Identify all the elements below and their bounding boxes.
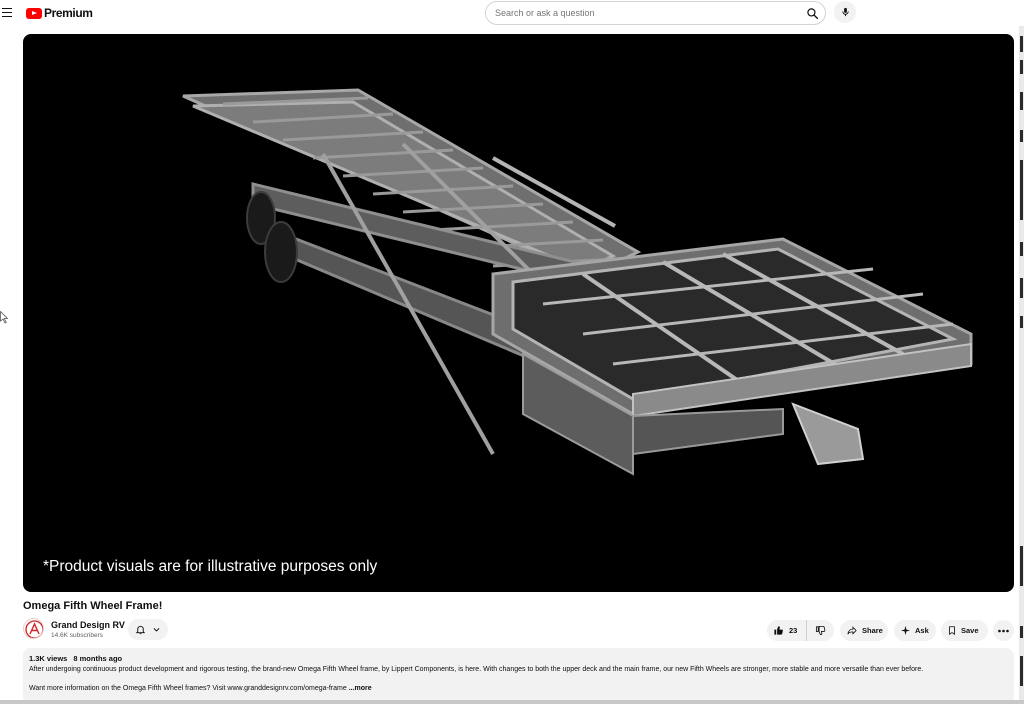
masthead: Premium bbox=[0, 0, 1024, 26]
share-icon bbox=[847, 626, 857, 635]
like-button[interactable]: 23 bbox=[767, 620, 807, 641]
more-horizontal-icon bbox=[998, 629, 1009, 632]
ask-label: Ask bbox=[915, 626, 929, 635]
save-label: Save bbox=[961, 626, 979, 635]
description-box[interactable]: 1.3K views 8 months ago After undergoing … bbox=[23, 648, 1014, 704]
channel-avatar[interactable] bbox=[23, 618, 44, 639]
description-line-2-text: Want more information on the Omega Fifth… bbox=[29, 685, 347, 692]
youtube-logo[interactable]: Premium bbox=[26, 5, 93, 21]
voice-search-button[interactable] bbox=[834, 1, 856, 23]
chevron-down-icon bbox=[153, 628, 160, 632]
sparkle-icon bbox=[900, 625, 911, 636]
mouse-pointer-icon bbox=[0, 311, 8, 324]
microphone-icon bbox=[841, 7, 849, 17]
video-player[interactable]: *Product visuals are for illustrative pu… bbox=[23, 34, 1014, 592]
taskbar-edge bbox=[0, 700, 1024, 704]
thumbs-up-icon bbox=[774, 626, 783, 635]
search-button[interactable] bbox=[799, 2, 825, 24]
view-count: 1.3K views bbox=[29, 654, 68, 663]
adjacent-window-edge bbox=[1019, 26, 1024, 704]
share-label: Share bbox=[862, 626, 883, 635]
notification-bell-button[interactable] bbox=[128, 619, 168, 640]
dislike-button[interactable] bbox=[807, 620, 834, 641]
ask-button[interactable]: Ask bbox=[894, 620, 936, 641]
description-line-1: After undergoing continuous product deve… bbox=[29, 666, 924, 673]
description-line-2: Want more information on the Omega Fifth… bbox=[29, 685, 1008, 692]
search-box bbox=[485, 1, 826, 25]
show-more-link[interactable]: ...more bbox=[349, 685, 372, 692]
upload-age: 8 months ago bbox=[73, 654, 123, 663]
subscriber-count: 14.6K subscribers bbox=[51, 632, 104, 639]
channel-name[interactable]: Grand Design RV bbox=[51, 620, 125, 630]
save-button[interactable]: Save bbox=[941, 620, 988, 641]
menu-icon[interactable] bbox=[2, 5, 14, 19]
more-actions-button[interactable] bbox=[993, 620, 1014, 641]
search-input[interactable] bbox=[486, 2, 799, 24]
video-title: Omega Fifth Wheel Frame! bbox=[23, 600, 163, 612]
bell-icon bbox=[135, 625, 146, 635]
like-count: 23 bbox=[789, 626, 798, 635]
channel-logo-icon bbox=[25, 620, 43, 638]
youtube-logo-icon bbox=[26, 7, 42, 19]
video-frame-render bbox=[182, 88, 973, 476]
like-dislike-group: 23 bbox=[767, 620, 834, 641]
logo-text: Premium bbox=[44, 6, 93, 20]
thumbs-down-icon bbox=[815, 625, 826, 636]
description-meta: 1.3K views 8 months ago bbox=[29, 654, 1008, 663]
search-icon bbox=[806, 7, 818, 19]
share-button[interactable]: Share bbox=[840, 620, 888, 641]
bookmark-icon bbox=[949, 626, 955, 636]
overlay-caption: *Product visuals are for illustrative pu… bbox=[43, 558, 378, 575]
